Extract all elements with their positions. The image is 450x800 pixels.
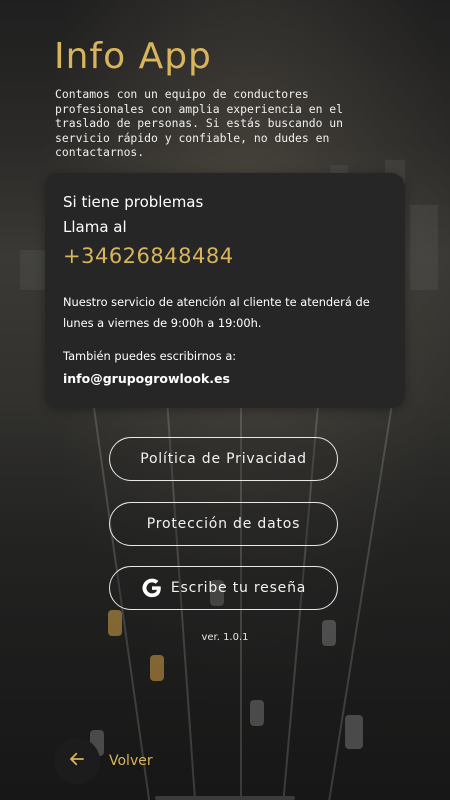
service-hours-text: Nuestro servicio de atención al cliente … xyxy=(63,295,370,330)
write-review-label: Escribe tu reseña xyxy=(170,580,307,596)
contact-card: Si tiene problemas Llama al +34626848484… xyxy=(45,173,405,408)
version-label: ver. 1.0.1 xyxy=(201,632,249,643)
write-review-button[interactable]: Escribe tu reseña xyxy=(109,566,338,610)
email-link[interactable]: info@grupogrowlook.es xyxy=(63,371,230,386)
privacy-policy-label: Política de Privacidad xyxy=(140,451,307,467)
home-indicator xyxy=(155,796,295,800)
data-protection-button[interactable]: Protección de datos xyxy=(109,502,338,546)
arrow-left-icon xyxy=(68,750,86,772)
call-heading: Llama al xyxy=(63,218,127,236)
phone-number-link[interactable]: +34626848484 xyxy=(63,244,234,268)
privacy-policy-button[interactable]: Política de Privacidad xyxy=(109,437,338,481)
problems-heading: Si tiene problemas xyxy=(63,193,204,211)
write-us-label: También puedes escribirnos a: xyxy=(63,349,237,363)
data-protection-label: Protección de datos xyxy=(146,516,301,532)
page-title: Info App xyxy=(54,36,212,77)
google-g-icon xyxy=(141,577,163,599)
back-label[interactable]: Volver xyxy=(109,753,153,769)
intro-text: Contamos con un equipo de conductores pr… xyxy=(55,87,344,159)
back-button[interactable] xyxy=(54,738,100,784)
